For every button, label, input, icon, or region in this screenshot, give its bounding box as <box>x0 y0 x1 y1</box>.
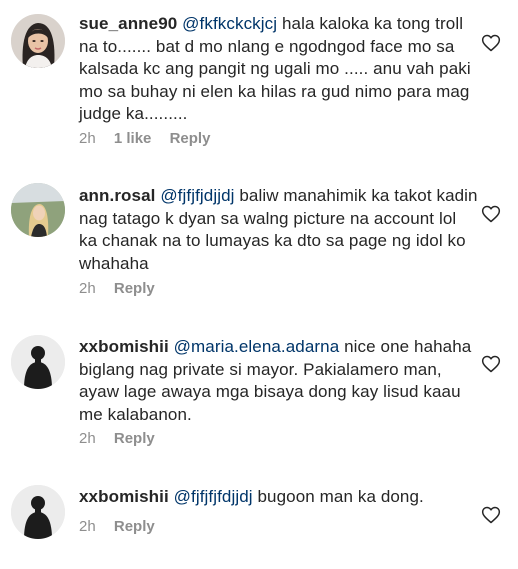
avatar[interactable] <box>11 485 65 539</box>
mention-link[interactable]: @fjfjfjdjjdj <box>160 186 234 205</box>
username[interactable]: xxbomishii <box>79 487 169 506</box>
timestamp: 2h <box>79 130 96 147</box>
mention-link[interactable]: @fkfkckckjcj <box>182 14 277 33</box>
heart-outline-icon[interactable] <box>481 204 501 224</box>
avatar[interactable] <box>11 335 65 389</box>
comment-meta: 2h Reply <box>79 518 155 536</box>
heart-outline-icon[interactable] <box>481 33 501 53</box>
reply-button[interactable]: Reply <box>114 280 155 297</box>
timestamp: 2h <box>79 430 96 447</box>
comment-text: sue_anne90 @fkfkckckjcj hala kaloka ka t… <box>79 13 478 126</box>
username[interactable]: sue_anne90 <box>79 14 177 33</box>
comment-message: bugoon man ka dong. <box>252 487 424 506</box>
heart-outline-icon[interactable] <box>481 354 501 374</box>
reply-button[interactable]: Reply <box>114 518 155 535</box>
mention-link[interactable]: @fjfjfjfdjjdj <box>174 487 253 506</box>
avatar[interactable] <box>11 14 65 68</box>
comment-meta: 2h Reply <box>79 430 155 448</box>
timestamp: 2h <box>79 280 96 297</box>
mention-link[interactable]: @maria.elena.adarna <box>174 337 340 356</box>
heart-outline-icon[interactable] <box>481 505 501 525</box>
avatar[interactable] <box>11 183 65 237</box>
comment-text: ann.rosal @fjfjfjdjjdj baliw manahimik k… <box>79 185 478 275</box>
username[interactable]: xxbomishii <box>79 337 169 356</box>
comment-text: xxbomishii @fjfjfjfdjjdj bugoon man ka d… <box>79 486 478 509</box>
reply-button[interactable]: Reply <box>170 130 211 147</box>
username[interactable]: ann.rosal <box>79 186 155 205</box>
comment-meta: 2h 1 like Reply <box>79 130 210 148</box>
like-count[interactable]: 1 like <box>114 130 152 147</box>
timestamp: 2h <box>79 518 96 535</box>
comment-meta: 2h Reply <box>79 280 155 298</box>
comment-text: xxbomishii @maria.elena.adarna nice one … <box>79 336 478 426</box>
reply-button[interactable]: Reply <box>114 430 155 447</box>
